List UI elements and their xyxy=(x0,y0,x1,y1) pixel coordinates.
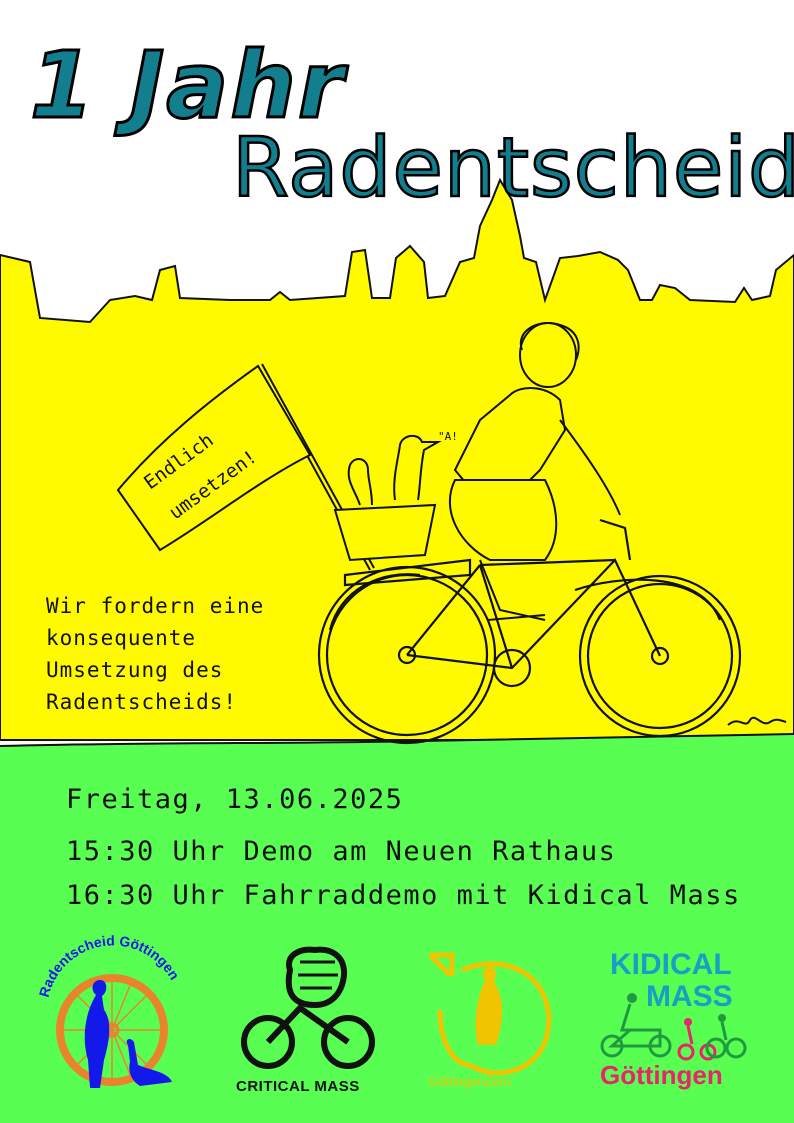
kidical-label-line3: Göttingen xyxy=(600,1060,723,1090)
demand-line4: Radentscheids! xyxy=(46,690,238,714)
demand-line3: Umsetzung des xyxy=(46,658,224,682)
event-line1: 15:30 Uhr Demo am Neuen Rathaus xyxy=(66,836,617,867)
event-date: Freitag, 13.06.2025 xyxy=(66,784,404,815)
demand-line2: konsequente xyxy=(46,626,197,650)
goettingen-zero-label: GöttingenZero xyxy=(428,1074,512,1089)
demand-text: Wir fordern eine konsequente Umsetzung d… xyxy=(46,590,264,718)
kidical-label-line1: KIDICAL xyxy=(610,948,732,981)
critical-mass-label: CRITICAL MASS xyxy=(236,1078,360,1095)
goose-sound: "A! xyxy=(438,430,458,443)
demand-line1: Wir fordern eine xyxy=(46,594,265,618)
title-line2: Radentscheid xyxy=(231,121,794,216)
event-line2: 16:30 Uhr Fahrraddemo mit Kidical Mass xyxy=(66,880,741,911)
kidical-label-line2: MASS xyxy=(646,980,733,1013)
title-line1: 1 Jahr xyxy=(28,32,346,139)
